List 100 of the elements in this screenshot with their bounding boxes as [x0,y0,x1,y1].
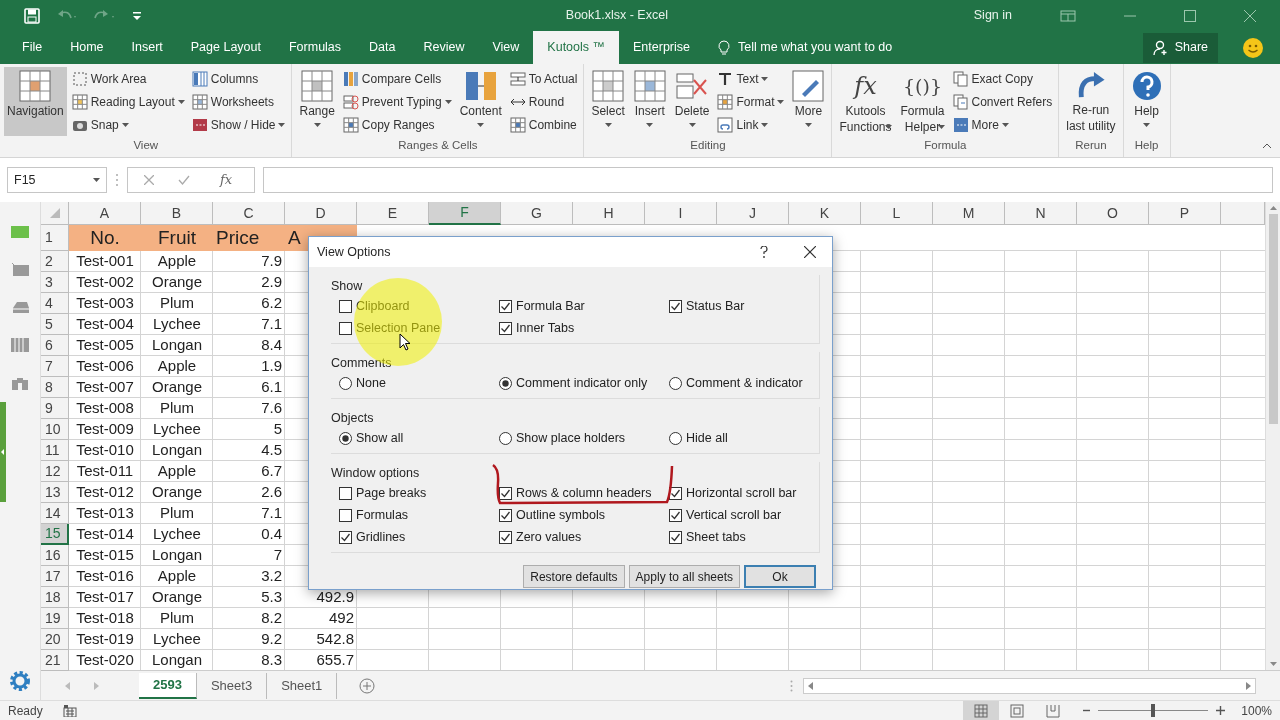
column-header[interactable]: D [285,202,357,225]
view-icon[interactable] [1046,703,1061,718]
zoom-out-icon[interactable] [1083,709,1091,712]
ribbon-button[interactable]: Range [296,67,338,136]
ribbon-button[interactable]: Navigation [4,67,67,136]
checkbox[interactable]: Rows & column headers [499,482,669,504]
smiley-icon[interactable] [1242,36,1264,59]
sign-in-link[interactable]: Sign in [973,6,1012,25]
formula-field[interactable] [263,167,1273,193]
ribbon-button[interactable]: fx Kutools Functions [836,67,895,136]
scroll-left-icon[interactable] [808,681,813,690]
normal-view-button[interactable] [963,700,1000,720]
checkbox[interactable]: Horizontal scroll bar [669,482,819,504]
column-header[interactable]: C [213,202,285,225]
macro-record-icon[interactable] [62,704,77,717]
radio-button[interactable]: Show all [339,427,499,449]
scrollbar-thumb[interactable] [1268,214,1278,424]
radio-icon[interactable] [499,376,512,390]
enter-icon[interactable] [178,175,190,185]
checkbox-icon[interactable] [499,321,512,335]
collapse-ribbon-icon[interactable] [1262,143,1272,149]
dialog-button[interactable]: Ok [744,565,816,588]
binoculars-icon[interactable] [11,376,29,390]
checkbox-icon[interactable] [499,486,512,500]
ribbon-button[interactable]: More [789,67,828,136]
checkbox[interactable]: Outline symbols [499,504,669,526]
row-header[interactable]: 5 [41,314,69,335]
name-box[interactable]: F15 [7,167,107,193]
checkbox[interactable]: Formula Bar [499,295,669,317]
sheet-tab[interactable]: Sheet3 [196,672,268,699]
ribbon-button[interactable]: Snap [69,113,187,136]
column-header[interactable]: N [1005,202,1077,225]
row-header[interactable]: 7 [41,356,69,377]
checkbox[interactable]: Zero values [499,526,669,548]
ribbon-display-icon[interactable] [1060,9,1076,22]
row-header[interactable]: 20 [41,629,69,650]
zoom-level[interactable]: 100% [1241,701,1272,720]
checkbox[interactable]: Sheet tabs [669,526,819,548]
ribbon-tab[interactable]: Home [56,31,118,64]
checkbox-icon[interactable] [669,299,682,313]
checkbox-icon[interactable] [339,530,352,544]
ribbon-button[interactable]: Link [715,113,787,136]
checkbox-icon[interactable] [339,321,352,335]
close-icon[interactable] [804,246,816,258]
add-sheet-icon[interactable] [359,677,376,694]
ribbon-tab[interactable]: View [478,31,534,64]
ribbon-button[interactable]: Help [1127,67,1166,136]
checkbox[interactable]: Inner Tabs [499,317,669,339]
horizontal-scrollbar[interactable] [803,677,1256,694]
ribbon-button[interactable]: Combine [507,113,580,136]
column-header[interactable]: A [69,202,141,225]
stack-icon[interactable] [11,300,29,314]
ribbon-button[interactable]: Content [456,67,505,136]
row-header[interactable]: 19 [41,608,69,629]
row-header[interactable]: 9 [41,398,69,419]
ribbon-button[interactable]: Select [588,67,628,136]
ribbon-tab[interactable]: Page Layout [176,31,275,64]
checkbox-icon[interactable] [339,486,352,500]
row-header[interactable]: 6 [41,335,69,356]
insert-function-button[interactable]: fx [214,170,239,190]
checkbox-icon[interactable] [339,508,352,522]
column-header[interactable]: P [1149,202,1221,225]
checkbox-icon[interactable] [499,299,512,313]
row-header[interactable]: 18 [41,587,69,608]
row-header[interactable]: 8 [41,377,69,398]
column-header[interactable]: I [645,202,717,225]
checkbox-icon[interactable] [669,508,682,522]
row-header[interactable]: 17 [41,566,69,587]
share-button[interactable]: Share [1142,32,1218,63]
ribbon-button[interactable]: Worksheets [189,90,288,113]
radio-icon[interactable] [339,431,352,445]
ribbon-tab[interactable]: Review [409,31,479,64]
radio-icon[interactable] [499,431,512,445]
radio-icon[interactable] [339,376,352,390]
help-icon[interactable] [760,246,768,258]
ribbon-button[interactable]: Text [715,67,787,90]
collapse-handle[interactable] [0,402,6,502]
maximize-icon[interactable] [1184,9,1196,22]
row-header[interactable]: 11 [41,440,69,461]
customize-icon[interactable] [132,10,142,21]
ribbon-button[interactable]: Convert Refers [950,90,1055,113]
checkbox[interactable]: Gridlines [339,526,499,548]
ribbon-tab[interactable]: Formulas [274,31,356,64]
row-header[interactable]: 12 [41,461,69,482]
settings-icon[interactable] [9,670,31,692]
radio-button[interactable]: None [339,372,499,394]
row-header[interactable]: 15 [41,524,69,545]
ribbon-button[interactable]: Show / Hide [189,113,288,136]
ribbon-button[interactable]: Re-run last utility [1063,67,1119,136]
save-icon[interactable] [24,7,40,24]
vertical-scrollbar[interactable] [1265,202,1280,670]
checkbox[interactable]: Status Bar [669,295,819,317]
ribbon-button[interactable]: Insert [630,67,669,136]
row-header[interactable]: 4 [41,293,69,314]
column-header[interactable]: E [357,202,429,225]
radio-button[interactable]: Show place holders [499,427,669,449]
radio-button[interactable]: Comment indicator only [499,372,669,394]
ribbon-tab[interactable]: Kutools ™ [533,31,619,64]
column-header[interactable]: G [501,202,573,225]
radio-button[interactable]: Hide all [669,427,819,449]
